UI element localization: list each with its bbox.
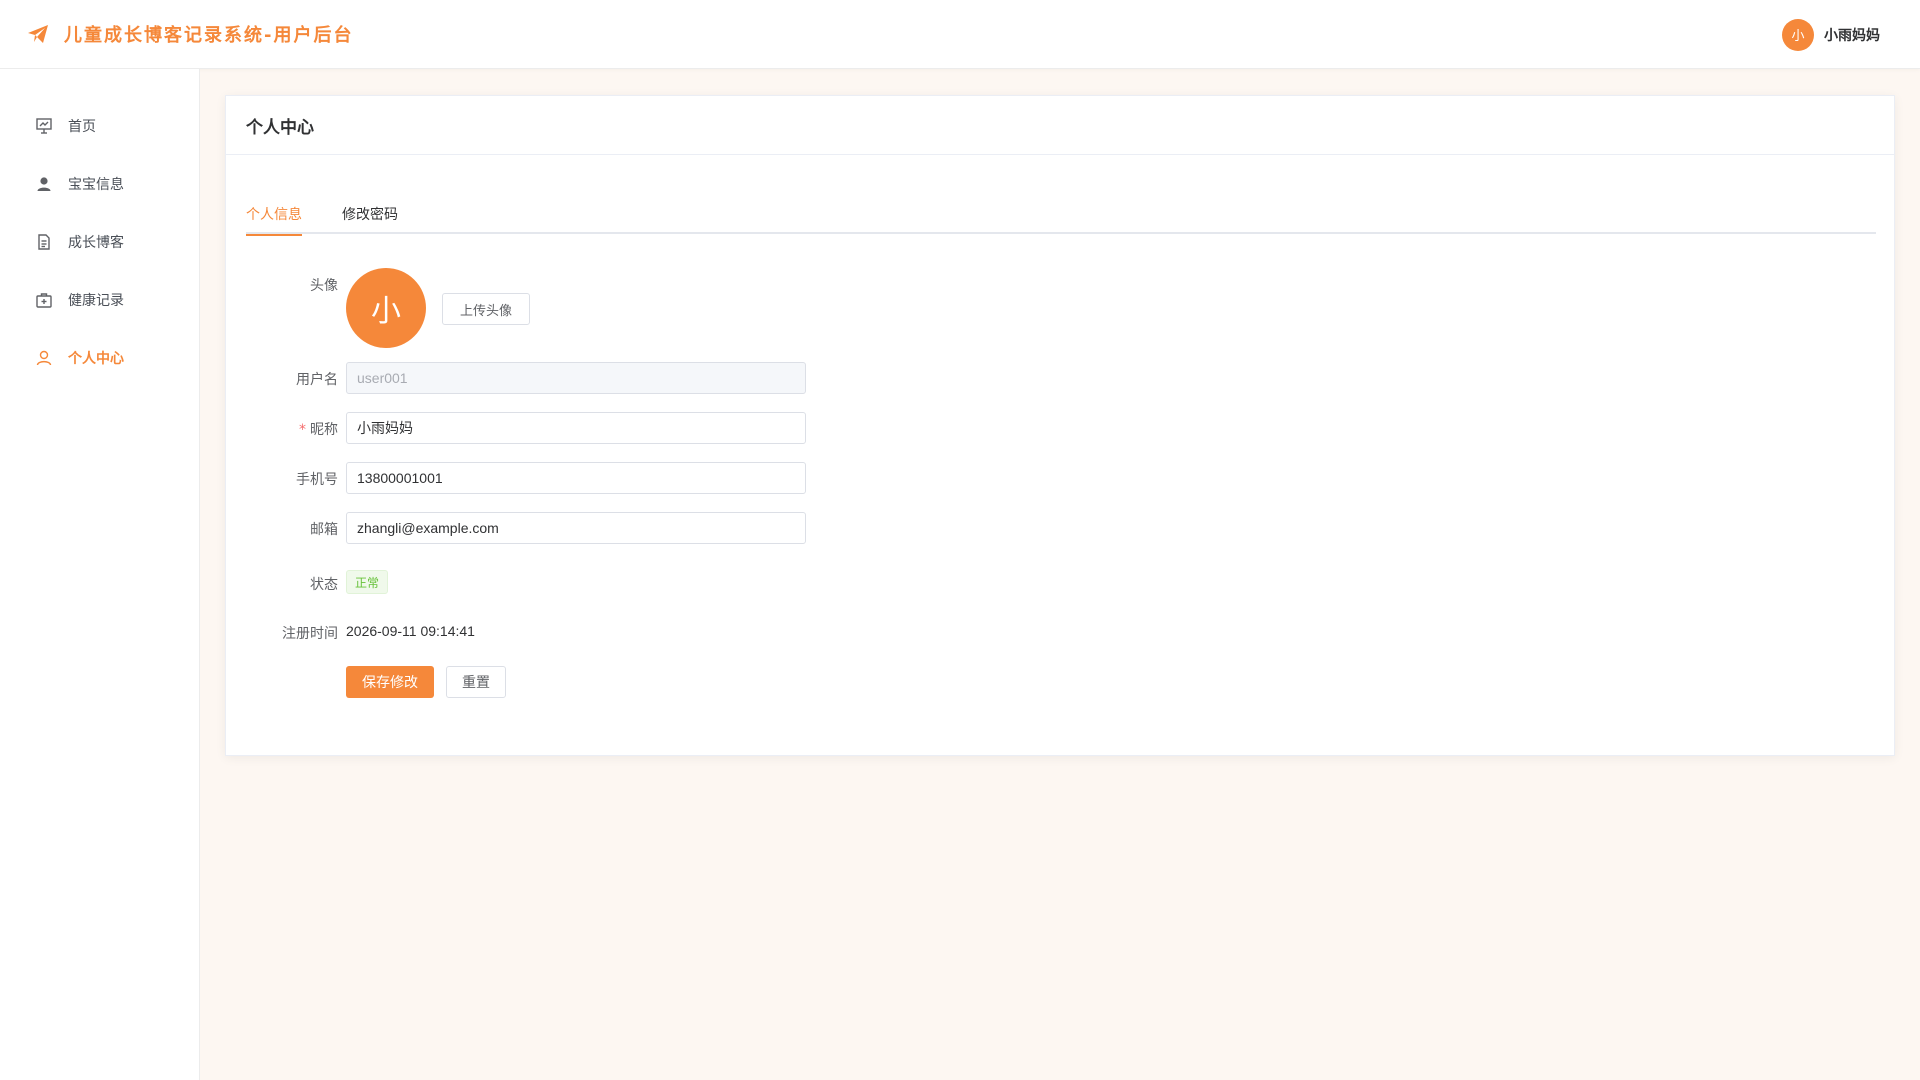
app-title: 儿童成长博客记录系统-用户后台 [64, 25, 354, 46]
phone-field[interactable]: 13800001001 [346, 462, 806, 494]
sidebar-item-label: 成长博客 [68, 235, 124, 251]
user-menu[interactable]: 小 小雨妈妈 [1782, 0, 1880, 69]
nickname-field[interactable]: 小雨妈妈 [346, 412, 806, 444]
top-header: 儿童成长博客记录系统-用户后台 小 小雨妈妈 [0, 0, 1920, 69]
tab-bar: 个人信息 修改密码 [246, 196, 1876, 236]
tab-change-password[interactable]: 修改密码 [342, 196, 398, 234]
upload-avatar-button[interactable]: 上传头像 [442, 293, 530, 325]
profile-avatar: 小 [346, 268, 426, 348]
card-header: 个人中心 [226, 96, 1894, 155]
user-avatar[interactable]: 小 [1782, 18, 1814, 51]
nickname-label: * 昵称 [226, 419, 338, 439]
phone-label: 手机号 [296, 472, 338, 488]
reset-button[interactable]: 重置 [446, 666, 506, 698]
sidebar-item-label: 首页 [68, 119, 96, 135]
sidebar-item-label: 健康记录 [68, 293, 124, 309]
sidebar-item-growth-blog[interactable]: 成长博客 [0, 213, 199, 271]
chart-board-icon [34, 116, 54, 136]
sidebar-item-personal-center[interactable]: 个人中心 [0, 329, 199, 387]
email-label: 邮箱 [310, 522, 338, 538]
user-icon [34, 174, 54, 194]
user-name[interactable]: 小雨妈妈 [1824, 25, 1880, 45]
status-label: 状态 [310, 577, 338, 593]
sidebar: 首页 宝宝信息 成长博客 健康记录 个人中心 [0, 69, 200, 1080]
sidebar-item-home[interactable]: 首页 [0, 97, 199, 155]
personal-center-card: 个人中心 个人信息 修改密码 头像 小 上传头像 用户名 user001 * 昵称… [225, 95, 1895, 756]
required-mark: * [299, 422, 306, 438]
tab-personal-info[interactable]: 个人信息 [246, 196, 302, 236]
username-field: user001 [346, 362, 806, 394]
medical-kit-icon [34, 290, 54, 310]
nickname-label-text: 昵称 [310, 422, 338, 438]
status-badge: 正常 [346, 570, 389, 594]
register-time-label: 注册时间 [282, 626, 338, 642]
email-field[interactable]: zhangli@example.com [346, 512, 806, 544]
save-button[interactable]: 保存修改 [346, 666, 434, 698]
page-title: 个人中心 [246, 117, 314, 138]
sidebar-item-health-record[interactable]: 健康记录 [0, 271, 199, 329]
sidebar-item-label: 宝宝信息 [68, 177, 124, 193]
sidebar-item-label: 个人中心 [68, 351, 124, 367]
username-label: 用户名 [296, 372, 338, 388]
avatar-label: 头像 [310, 278, 338, 294]
register-time-value: 2026-09-11 09:14:41 [346, 623, 475, 639]
paper-plane-icon [26, 22, 50, 46]
sidebar-item-baby-info[interactable]: 宝宝信息 [0, 155, 199, 213]
user-outline-icon [34, 348, 54, 368]
document-icon [34, 232, 54, 252]
